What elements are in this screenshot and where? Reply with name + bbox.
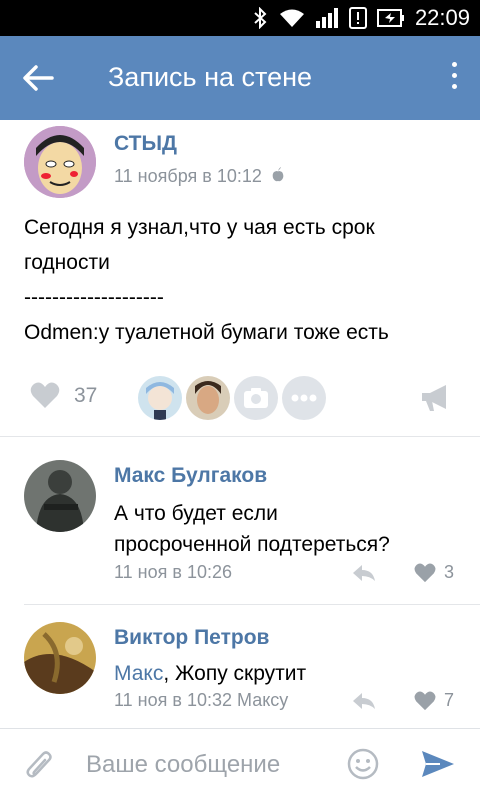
post-author-avatar[interactable] <box>24 126 96 198</box>
comment-text: Макс, Жопу скрутит <box>114 658 306 689</box>
emoji-icon[interactable] <box>346 747 380 781</box>
comment-author-name[interactable]: Макс Булгаков <box>114 464 267 488</box>
more-likers-button[interactable] <box>282 376 326 420</box>
comment-text: А что будет если просроченной подтеретьс… <box>114 498 390 560</box>
apple-icon <box>272 167 284 182</box>
signal-icon <box>315 8 338 28</box>
send-icon[interactable] <box>420 749 456 779</box>
comment-author-avatar[interactable] <box>24 622 96 694</box>
wifi-icon <box>279 9 304 27</box>
comment-like-count: 3 <box>443 562 454 582</box>
divider <box>24 604 480 605</box>
post-text-line: -------------------- <box>24 286 164 309</box>
status-time: 22:09 <box>414 5 470 30</box>
mention-link[interactable]: Макс <box>114 662 163 685</box>
post-text-line: Сегодня я узнал,что у чая есть срок <box>24 216 375 239</box>
post-text-line: годности <box>24 251 110 274</box>
heart-icon <box>30 382 60 408</box>
status-bar: 22:09 <box>0 0 480 36</box>
more-dots-icon <box>291 394 317 402</box>
comment-text-line: просроченной подтереться? <box>114 533 390 556</box>
post-text-line: Odmen:у туалетной бумаги тоже есть <box>24 321 389 344</box>
comment-like-count: 7 <box>443 690 454 710</box>
heart-icon <box>414 691 436 710</box>
back-arrow-icon[interactable] <box>18 60 58 96</box>
post-actions: 37 <box>0 376 480 420</box>
comment-date: 11 ноя в 10:26 <box>114 562 232 582</box>
comment-like-button[interactable]: 3 <box>414 562 454 583</box>
liker-avatar[interactable] <box>138 376 182 420</box>
post-date-text: 11 ноября в 10:12 <box>114 166 262 186</box>
reply-icon[interactable] <box>352 692 376 710</box>
comment-author-avatar[interactable] <box>24 460 96 532</box>
divider <box>0 436 480 437</box>
comment-text-content: , Жопу скрутит <box>163 662 307 685</box>
liker-avatar[interactable] <box>186 376 230 420</box>
heart-icon <box>414 563 436 582</box>
comment-date: 11 ноя в 10:32 Максу <box>114 690 289 710</box>
message-input[interactable]: Ваше сообщение <box>86 751 280 779</box>
like-button[interactable]: 37 <box>30 382 97 409</box>
camera-icon <box>244 388 268 408</box>
share-megaphone-icon[interactable] <box>420 384 450 412</box>
toolbar: Запись на стене <box>0 36 480 120</box>
reply-icon[interactable] <box>352 564 376 582</box>
post-date: 11 ноября в 10:12 <box>114 166 285 187</box>
status-icons: 22:09 <box>253 0 470 36</box>
notification-icon <box>348 7 367 29</box>
comment-text-line: А что будет если <box>114 502 278 525</box>
comment-like-button[interactable]: 7 <box>414 690 454 711</box>
battery-icon <box>376 9 404 27</box>
post-author-name[interactable]: СТЫД <box>114 132 177 156</box>
message-composer: Ваше сообщение <box>0 728 480 801</box>
comment-author-name[interactable]: Виктор Петров <box>114 626 269 650</box>
paperclip-icon[interactable] <box>24 749 56 783</box>
page-title: Запись на стене <box>108 62 313 92</box>
like-count: 37 <box>74 383 98 407</box>
bluetooth-icon <box>254 7 267 29</box>
liker-camera-placeholder[interactable] <box>234 376 278 420</box>
post-text: Сегодня я узнал,что у чая есть срок годн… <box>24 210 464 350</box>
more-menu-icon[interactable] <box>448 62 460 94</box>
